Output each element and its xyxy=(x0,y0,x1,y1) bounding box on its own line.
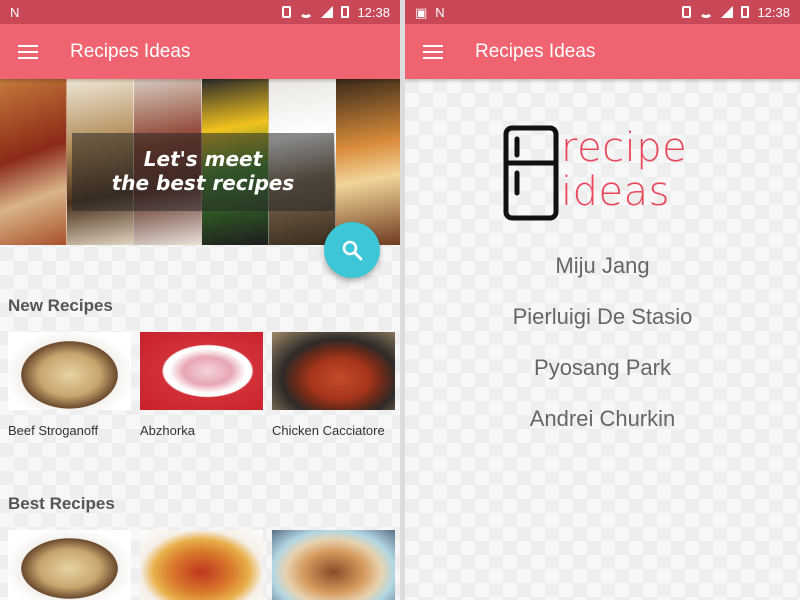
search-button[interactable] xyxy=(324,222,380,278)
fridge-icon xyxy=(503,125,559,221)
wifi-icon xyxy=(699,6,714,18)
best-recipe-image-1[interactable] xyxy=(8,530,131,600)
hero-image-meat xyxy=(0,79,68,245)
best-recipe-image-2[interactable] xyxy=(140,530,263,600)
recipe-image-beef-stroganoff[interactable] xyxy=(8,332,131,410)
image-icon: ▣ xyxy=(415,4,428,20)
recipe-image-abzhorka[interactable] xyxy=(140,332,263,410)
main-screen: N 12:38 Recipes Ideas Let's meet the bes… xyxy=(0,0,400,600)
app-bar: Recipes Ideas xyxy=(0,24,400,79)
app-title: Recipes Ideas xyxy=(70,40,191,62)
new-recipes-title: New Recipes xyxy=(8,296,113,315)
hamburger-menu-icon[interactable] xyxy=(405,24,461,79)
recipe-image-chicken-cacciatore[interactable] xyxy=(272,332,395,410)
author-name: Miju Jang xyxy=(555,253,650,278)
logo-text-line1: recipe xyxy=(561,125,688,171)
hero-banner[interactable]: Let's meet the best recipes xyxy=(0,79,400,245)
recipe-ideas-logo: recipe ideas xyxy=(503,125,703,221)
vibrate-icon xyxy=(282,6,292,18)
hero-image-toast xyxy=(335,79,400,245)
recipe-label-beef-stroganoff[interactable]: Beef Stroganoff xyxy=(8,423,98,438)
app-title: Recipes Ideas xyxy=(475,40,596,62)
hero-caption: Let's meet the best recipes xyxy=(72,133,334,211)
author-name: Pyosang Park xyxy=(534,355,671,380)
n-logo-icon: N xyxy=(10,4,20,20)
wifi-icon xyxy=(299,6,314,18)
signal-icon xyxy=(721,6,734,18)
recipe-label-abzhorka[interactable]: Abzhorka xyxy=(140,423,195,438)
author-name: Andrei Churkin xyxy=(529,406,676,431)
status-bar: N 12:38 xyxy=(0,0,400,24)
status-time: 12:38 xyxy=(357,4,390,20)
author-name: Pierluigi De Stasio xyxy=(512,304,693,329)
vibrate-icon xyxy=(682,6,692,18)
status-bar: ▣ N 12:38 xyxy=(405,0,800,24)
about-screen: ▣ N 12:38 Recipes Ideas recipe ideas Mij… xyxy=(405,0,800,600)
n-logo-icon: N xyxy=(435,4,445,20)
app-bar: Recipes Ideas xyxy=(405,24,800,79)
best-recipe-image-3[interactable] xyxy=(272,530,395,600)
hamburger-menu-icon[interactable] xyxy=(0,24,56,79)
hero-caption-line2: the best recipes xyxy=(111,171,295,195)
battery-icon xyxy=(741,6,750,18)
signal-icon xyxy=(321,6,334,18)
recipe-label-chicken-cacciatore[interactable]: Chicken Cacciatore xyxy=(272,423,385,438)
best-recipes-title: Best Recipes xyxy=(8,494,115,513)
battery-icon xyxy=(341,6,350,18)
search-icon xyxy=(342,240,363,261)
logo-text-line2: ideas xyxy=(561,169,670,215)
hero-caption-line1: Let's meet xyxy=(143,147,263,171)
status-time: 12:38 xyxy=(757,4,790,20)
